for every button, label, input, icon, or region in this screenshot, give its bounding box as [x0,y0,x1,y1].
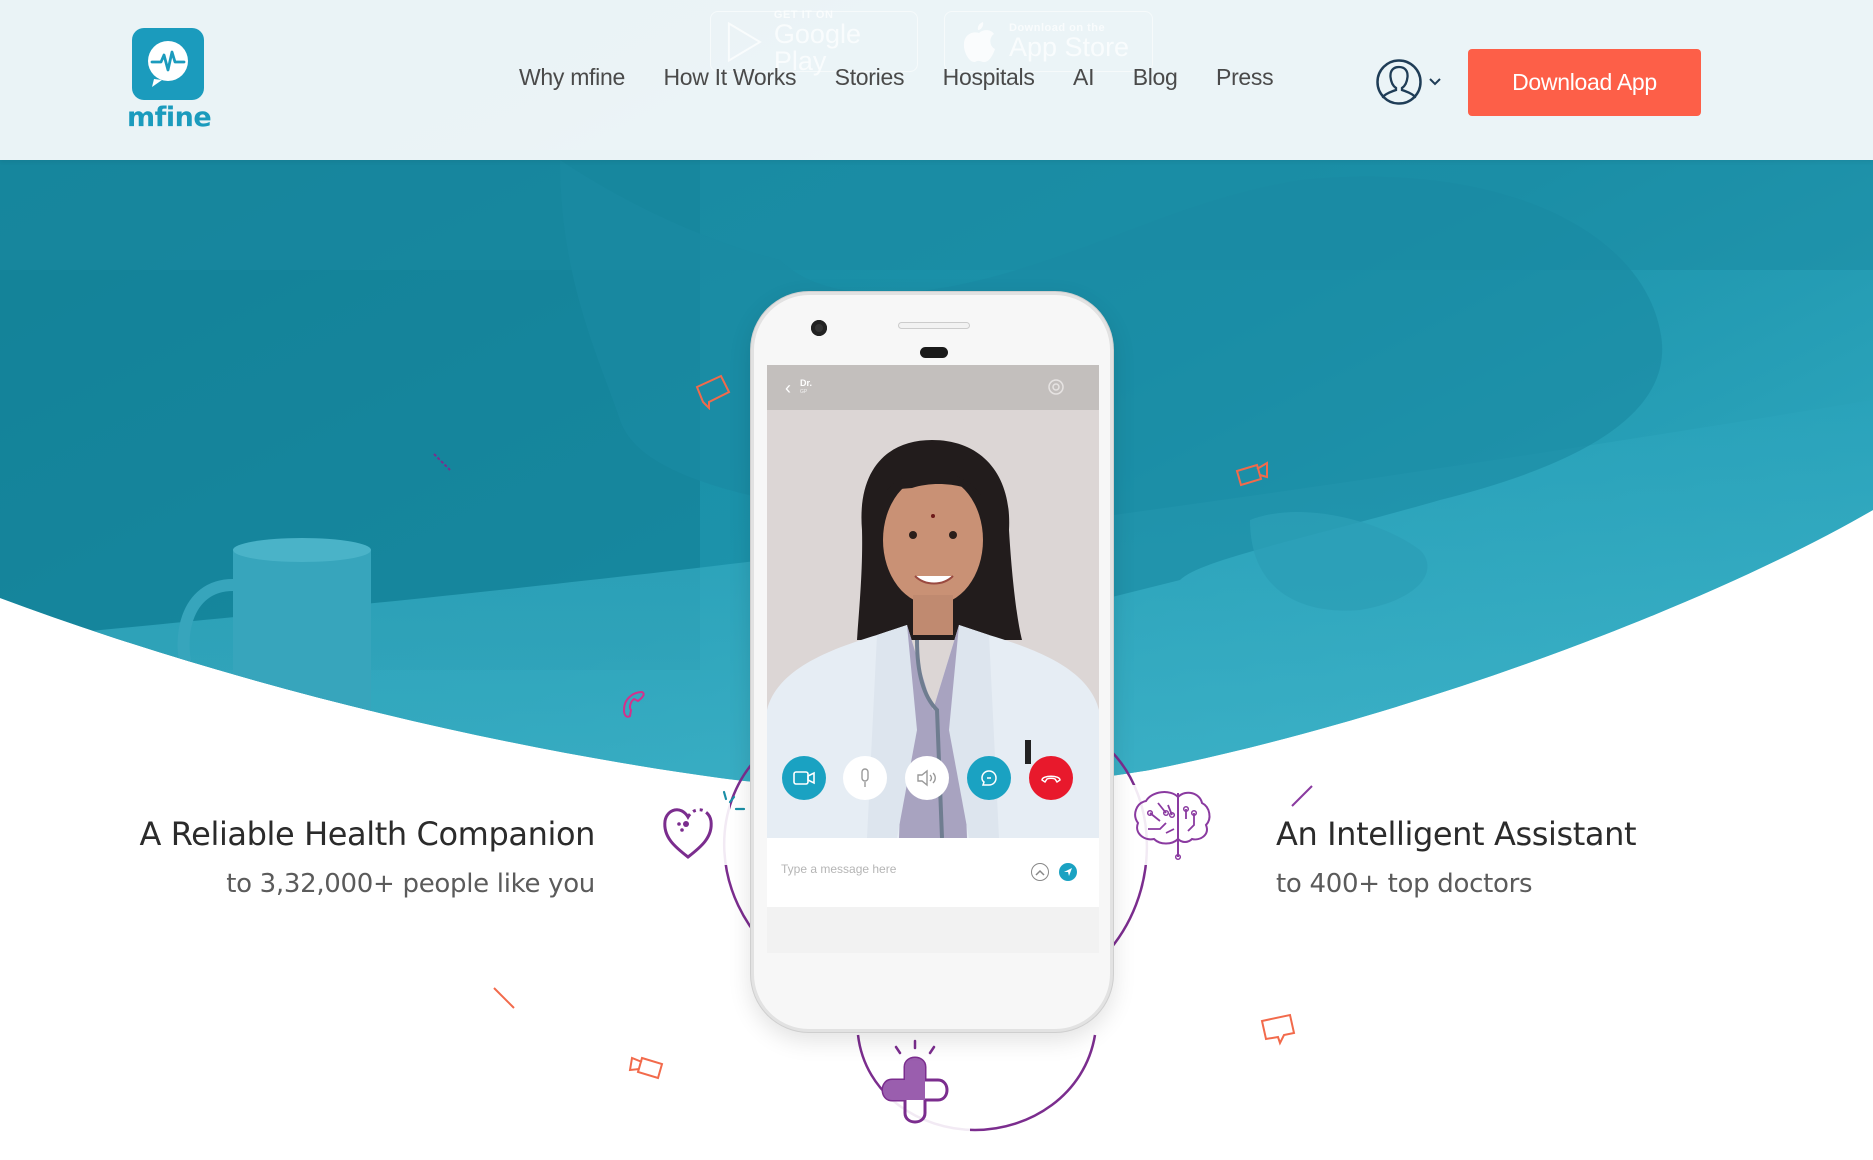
expand-button[interactable] [1031,863,1049,881]
brain-circuit-icon [1130,785,1220,865]
nav-hospitals[interactable]: Hospitals [943,64,1035,91]
phone-bezel-bottom [767,907,1099,953]
main-nav: Why mfine How It Works Stories Hospitals… [519,64,1312,91]
microphone-icon [861,768,869,787]
send-icon [1064,868,1072,876]
send-button[interactable] [1059,863,1077,881]
doctor-subtitle: GP [800,389,808,395]
nav-how-it-works[interactable]: How It Works [663,64,796,91]
chat-bubble-icon [981,770,997,786]
nav-ai[interactable]: AI [1073,64,1094,91]
chat-button[interactable] [967,756,1011,800]
feature-right-subtitle: to 400+ top doctors [1276,869,1533,899]
video-camera-decoration [1235,461,1268,487]
feature-left-subtitle: to 3,32,000+ people like you [226,869,595,899]
call-header: ‹ Dr. GP [767,365,1099,410]
app-store-badge[interactable]: Download on the App Store [944,11,1153,72]
sparkle-decoration [722,790,746,811]
chevron-down-icon [1429,78,1441,86]
site-header: mfine GET IT ON Google Play Download on … [0,0,1873,160]
dash-decoration [1291,785,1313,807]
medical-cross-icon [881,1039,970,1135]
doctor-title: Dr. [800,378,813,388]
nav-press[interactable]: Press [1216,64,1274,91]
chat-bubble-decoration [1260,1013,1296,1046]
heart-icon [655,795,730,865]
phone-decoration [622,690,645,718]
camera-switch-icon[interactable] [1047,378,1065,396]
mute-button[interactable] [843,756,887,800]
dash-decoration [433,453,451,471]
chat-bubble-decoration [695,374,731,410]
brand-name: mfine [127,102,212,133]
speaker-icon [917,769,936,787]
phone-screen: ‹ Dr. GP [767,365,1099,953]
badge-big-text: App Store [1009,32,1130,62]
chevron-up-icon [1035,869,1045,876]
heartbeat-chat-icon [132,28,204,100]
video-camera-decoration [628,1056,664,1080]
end-call-button[interactable] [1029,756,1073,800]
speaker-button[interactable] [905,756,949,800]
apple-icon [963,21,995,62]
google-play-badge[interactable]: GET IT ON Google Play [710,9,918,74]
dash-decoration [493,987,515,1009]
message-composer [767,838,1099,907]
feature-left-title: A Reliable Health Companion [139,815,596,853]
nav-blog[interactable]: Blog [1133,64,1178,91]
video-toggle-button[interactable] [782,756,826,800]
back-arrow-icon[interactable]: ‹ [785,379,791,397]
video-camera-icon [793,771,815,785]
nav-stories[interactable]: Stories [835,64,905,91]
download-app-button[interactable]: Download App [1468,49,1701,116]
nav-why-mfine[interactable]: Why mfine [519,64,625,91]
phone-mockup: ‹ Dr. GP [751,292,1113,1032]
phone-sensor [920,347,948,358]
google-play-icon [727,21,762,62]
message-input[interactable] [781,862,1011,876]
hang-up-icon [1041,775,1061,784]
user-menu[interactable] [1375,58,1443,106]
feature-right-title: An Intelligent Assistant [1276,815,1637,853]
brand-logo[interactable]: mfine [127,28,212,133]
user-avatar-icon [1376,59,1422,105]
phone-speaker [898,322,970,329]
phone-camera [811,320,827,336]
